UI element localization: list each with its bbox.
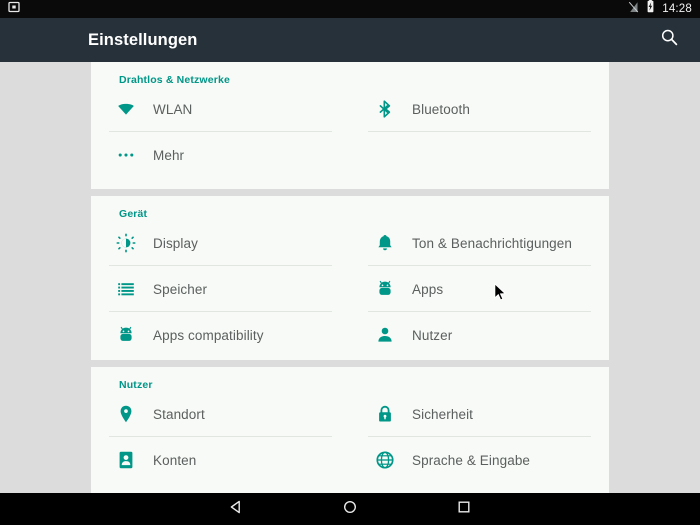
location-pin-icon [113, 404, 139, 424]
settings-item-label: WLAN [153, 101, 193, 117]
settings-item-apps[interactable]: Apps [350, 266, 609, 312]
settings-item-sound-notifications[interactable]: Ton & Benachrichtigungen [350, 220, 609, 266]
section-header-device: Gerät [119, 208, 148, 220]
settings-item-label: Speicher [153, 281, 208, 297]
storage-list-icon [113, 279, 139, 299]
section-header-personal: Nutzer [119, 379, 153, 391]
nav-back-button[interactable] [221, 494, 251, 524]
settings-rows-device: Display Ton & Benachrichtigungen Speiche… [91, 220, 609, 358]
screenshot-capture-icon [8, 0, 20, 18]
lock-icon [372, 404, 398, 424]
settings-rows-wireless-networks: WLAN Bluetooth Mehr [91, 86, 609, 178]
action-bar-actions [654, 25, 684, 55]
nav-home-button[interactable] [335, 494, 365, 524]
no-sim-icon [628, 0, 639, 18]
settings-card-device: Gerät Display Ton & Benachrichtigungen S… [91, 196, 609, 360]
settings-item-language-input[interactable]: Sprache & Eingabe [350, 437, 609, 483]
bell-icon [372, 233, 398, 253]
section-header-wireless-networks: Drahtlos & Netzwerke [119, 74, 230, 86]
status-bar-clock: 14:28 [662, 3, 692, 15]
settings-item-label: Ton & Benachrichtigungen [412, 235, 573, 251]
settings-item-label: Apps compatibility [153, 327, 264, 343]
bluetooth-icon [372, 99, 398, 119]
settings-item-label: Bluetooth [412, 101, 470, 117]
settings-item-label: Display [153, 235, 198, 251]
status-bar-right-icons: 14:28 [628, 0, 692, 18]
settings-item-apps-compatibility[interactable]: Apps compatibility [91, 312, 350, 358]
settings-item-label: Sprache & Eingabe [412, 452, 531, 468]
settings-item-storage[interactable]: Speicher [91, 266, 350, 312]
action-bar: Einstellungen [0, 18, 700, 62]
status-bar-left-icons [8, 0, 20, 18]
android-robot-icon [113, 325, 139, 345]
android-robot-icon [372, 279, 398, 299]
settings-item-display[interactable]: Display [91, 220, 350, 266]
home-circle-icon [342, 499, 358, 520]
status-bar: 14:28 [0, 0, 700, 18]
brightness-icon [113, 233, 139, 253]
settings-item-label: Konten [153, 452, 197, 468]
settings-item-label: Mehr [153, 147, 185, 163]
settings-item-location[interactable]: Standort [91, 391, 350, 437]
settings-item-label: Standort [153, 406, 205, 422]
settings-scroll-area[interactable]: Drahtlos & Netzwerke WLAN Bluetooth Mehr… [0, 62, 700, 493]
settings-item-bluetooth[interactable]: Bluetooth [350, 86, 609, 132]
search-button[interactable] [654, 25, 684, 55]
settings-item-label: Apps [412, 281, 444, 297]
android-tablet-screen: 14:28 Einstellungen Drahtlos & Netzwerke [0, 0, 700, 525]
back-triangle-icon [228, 499, 244, 520]
person-icon [372, 325, 398, 345]
settings-item-wlan[interactable]: WLAN [91, 86, 350, 132]
settings-item-security[interactable]: Sicherheit [350, 391, 609, 437]
more-dots-icon [113, 145, 139, 165]
settings-item-users[interactable]: Nutzer [350, 312, 609, 358]
settings-item-label: Sicherheit [412, 406, 474, 422]
globe-icon [372, 450, 398, 470]
settings-item-accounts[interactable]: Konten [91, 437, 350, 483]
navigation-bar [0, 493, 700, 525]
page-title: Einstellungen [88, 30, 198, 49]
battery-charging-icon [646, 0, 655, 18]
settings-item-label: Nutzer [412, 327, 453, 343]
search-icon [660, 28, 679, 52]
settings-item-mehr[interactable]: Mehr [91, 132, 350, 178]
settings-card-wireless-networks: Drahtlos & Netzwerke WLAN Bluetooth Mehr [91, 62, 609, 189]
recents-square-icon [456, 499, 472, 520]
settings-card-personal: Nutzer Standort Sicherheit Konten Sprach… [91, 367, 609, 493]
settings-rows-personal: Standort Sicherheit Konten Sprache & Ein… [91, 391, 609, 483]
wifi-icon [113, 99, 139, 119]
contact-card-icon [113, 450, 139, 470]
nav-recents-button[interactable] [449, 494, 479, 524]
